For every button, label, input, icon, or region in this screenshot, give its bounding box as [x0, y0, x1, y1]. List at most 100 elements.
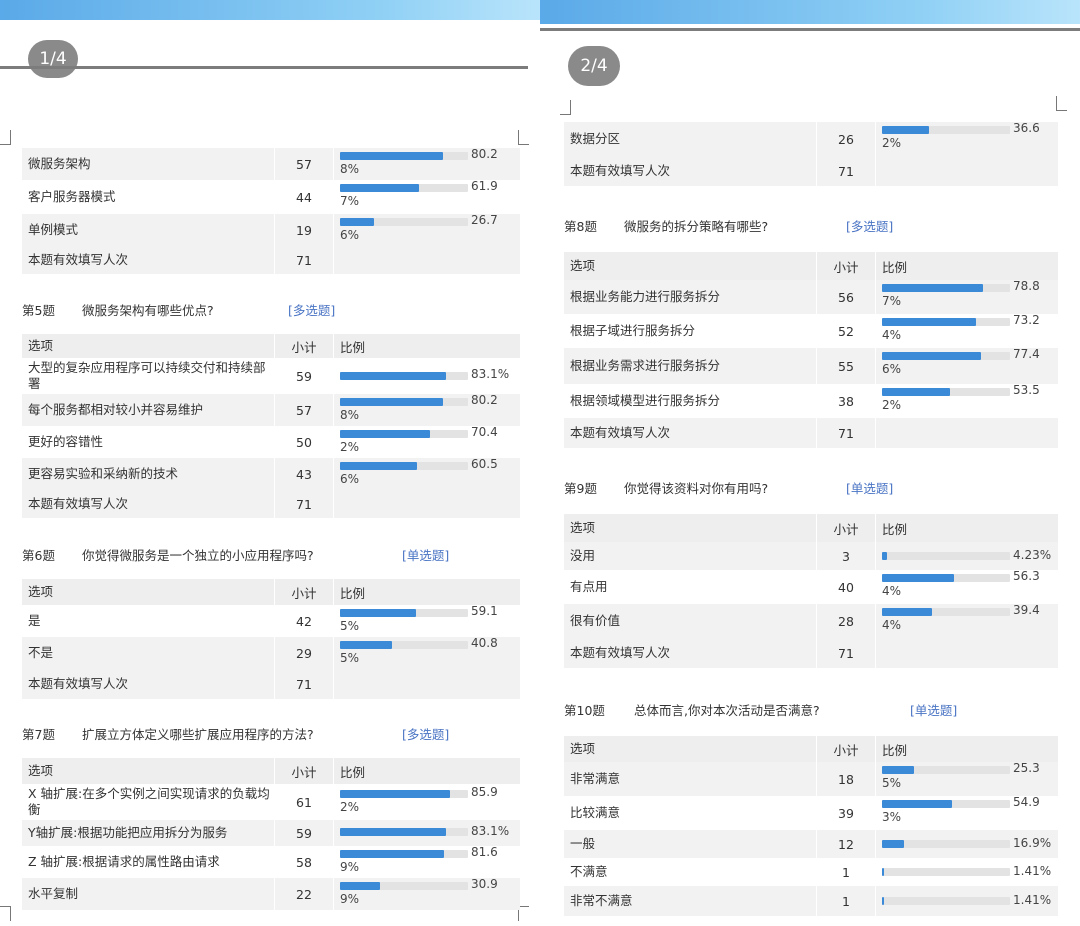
total-row: 本题有效填写人次 71 [22, 669, 520, 699]
total-row: 本题有效填写人次 71 [564, 156, 1058, 186]
ratio-cell: 16.9% [875, 830, 1058, 858]
table-row: 大型的复杂应用程序可以持续交付和持续部署 59 83.1% [22, 358, 520, 394]
question-title: 第5题 微服务架构有哪些优点? [多选题] [22, 300, 335, 319]
page-number-badge: 1/4 [28, 40, 78, 78]
ratio-cell: 54.9 3% [875, 795, 1058, 830]
ratio-bar [882, 868, 1010, 876]
option-count: 55 [816, 348, 875, 384]
total-row: 本题有效填写人次 71 [22, 246, 520, 274]
option-count: 1 [816, 858, 875, 886]
column-header-ratio: 比例 [875, 514, 1058, 542]
ratio-bar-fill [340, 372, 447, 380]
column-header-ratio: 比例 [875, 736, 1058, 762]
ratio-cell: 25.3 5% [875, 761, 1058, 796]
ratio-bar [882, 897, 1010, 905]
option-count: 52 [816, 314, 875, 348]
option-label: 很有价值 [570, 613, 621, 628]
ratio-bar-fill [340, 828, 447, 836]
column-header-count: 小计 [274, 579, 333, 605]
total-count: 71 [816, 418, 875, 448]
ratio-percent-tail: 5% [340, 651, 360, 665]
ratio-percent-tail: 5% [882, 776, 902, 790]
ratio-percent: 56.3 [1013, 569, 1040, 583]
column-header-option: 选项 [570, 520, 596, 535]
ratio-bar-fill [882, 318, 976, 326]
ratio-bar [340, 152, 468, 160]
crop-mark [0, 906, 11, 921]
column-header-count: 小计 [274, 334, 333, 358]
table-row: 更好的容错性 50 70.4 2% [22, 425, 520, 458]
top-banner [540, 0, 1080, 24]
option-count: 59 [274, 358, 333, 394]
ratio-percent-tail: 2% [340, 800, 360, 814]
ratio-percent-tail: 8% [340, 162, 360, 176]
table-row: 微服务架构 57 80.2 8% [22, 147, 520, 180]
option-label: 非常不满意 [570, 893, 633, 908]
crop-mark [0, 130, 11, 145]
ratio-percent-tail: 2% [882, 398, 902, 412]
ratio-cell: 80.2 8% [333, 393, 520, 426]
ratio-cell: 26.7 6% [333, 213, 520, 246]
ratio-percent: 40.8 [471, 636, 498, 650]
ratio-percent: 39.4 [1013, 603, 1040, 617]
ratio-bar [882, 284, 1010, 292]
table-row: 根据子域进行服务拆分 52 73.2 4% [564, 313, 1058, 348]
option-label: X 轴扩展:在多个实例之间实现请求的负载均衡 [28, 786, 270, 817]
question-type: [单选题] [846, 481, 894, 496]
option-label: 有点用 [570, 579, 608, 594]
option-label: 单例模式 [28, 222, 79, 237]
table-row: 很有价值 28 39.4 4% [564, 603, 1058, 638]
table-row: X 轴扩展:在多个实例之间实现请求的负载均衡 61 85.9 2% [22, 784, 520, 820]
total-label: 本题有效填写人次 [570, 163, 671, 178]
column-header-ratio: 比例 [333, 334, 520, 358]
option-label: 水平复制 [28, 886, 79, 901]
total-count: 71 [274, 669, 333, 699]
table-row: 每个服务都相对较小并容易维护 57 80.2 8% [22, 393, 520, 426]
ratio-bar [340, 828, 468, 836]
total-count: 71 [274, 490, 333, 518]
ratio-cell: 80.2 8% [333, 147, 520, 180]
question-title: 第7题 扩展立方体定义哪些扩展应用程序的方法? [多选题] [22, 724, 449, 743]
ratio-percent: 78.8 [1013, 279, 1040, 293]
ratio-percent: 77.4 [1013, 347, 1040, 361]
ratio-percent-tail: 6% [340, 228, 360, 242]
column-header-count: 小计 [816, 736, 875, 762]
question-title: 第10题 总体而言,你对本次活动是否满意? [单选题] [564, 700, 957, 719]
ratio-bar [882, 126, 1010, 134]
ratio-percent: 25.3 [1013, 761, 1040, 775]
ratio-bar-fill [340, 218, 375, 226]
ratio-percent: 36.6 [1013, 121, 1040, 135]
ratio-bar [882, 766, 1010, 774]
ratio-bar-fill [340, 462, 418, 470]
header-rule [540, 28, 1080, 31]
ratio-percent: 80.2 [471, 393, 498, 407]
ratio-bar [340, 882, 468, 890]
ratio-percent-tail: 6% [882, 362, 902, 376]
table-header: 选项 小计 比例 [22, 334, 520, 358]
column-header-count: 小计 [816, 252, 875, 280]
total-label: 本题有效填写人次 [570, 425, 671, 440]
column-header-option: 选项 [28, 338, 54, 353]
total-count: 71 [816, 638, 875, 668]
ratio-bar [340, 398, 468, 406]
option-count: 38 [816, 384, 875, 418]
question-text: 微服务的拆分策略有哪些? [624, 219, 769, 234]
ratio-cell: 1.41% [875, 886, 1058, 916]
table-row: 根据业务需求进行服务拆分 55 77.4 6% [564, 347, 1058, 384]
ratio-bar-fill [882, 352, 982, 360]
ratio-bar [340, 218, 468, 226]
table-header: 选项 小计 比例 [564, 514, 1058, 542]
ratio-percent: 54.9 [1013, 795, 1040, 809]
table-row: 非常不满意 1 1.41% [564, 886, 1058, 916]
column-header-count: 小计 [274, 758, 333, 784]
ratio-percent-tail: 4% [882, 618, 902, 632]
ratio-bar [340, 462, 468, 470]
ratio-bar [340, 850, 468, 858]
ratio-bar-fill [882, 574, 955, 582]
option-count: 58 [274, 846, 333, 878]
option-count: 1 [816, 886, 875, 916]
table-row: 比较满意 39 54.9 3% [564, 795, 1058, 830]
crop-mark [560, 100, 571, 115]
total-count: 71 [274, 246, 333, 274]
ratio-cell: 4.23% [875, 542, 1058, 570]
